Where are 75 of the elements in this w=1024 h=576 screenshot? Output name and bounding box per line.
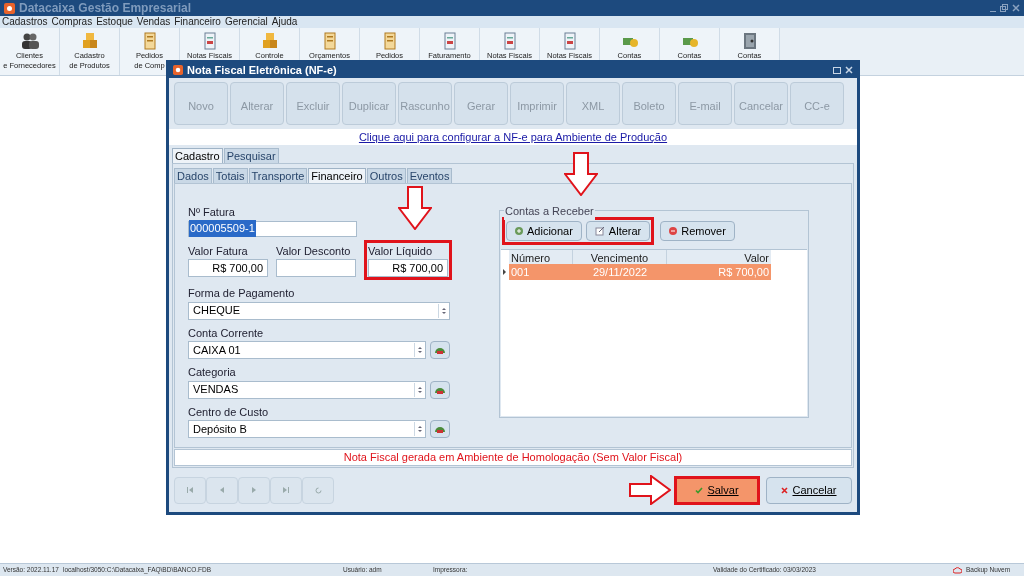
menu-item[interactable]: Estoque xyxy=(96,17,133,27)
field-label: Valor Desconto xyxy=(276,243,352,259)
pencil-icon xyxy=(594,226,605,236)
warning-message: Nota Fiscal gerada em Ambiente de Homologação (Sem Valor Fiscal) xyxy=(343,450,683,466)
menu-item[interactable]: Ajuda xyxy=(271,17,298,27)
cloud-icon xyxy=(953,566,962,574)
invoice-number-field[interactable]: 000005509-1 xyxy=(188,220,357,237)
discount-field[interactable] xyxy=(276,259,356,277)
spinner-icon xyxy=(414,382,424,397)
menu-item[interactable]: Vendas xyxy=(136,17,171,27)
field-label: Conta Corrente xyxy=(188,325,265,341)
menu-item[interactable]: Gerencial xyxy=(224,17,268,27)
check-icon xyxy=(695,486,704,494)
close-icon[interactable] xyxy=(845,66,853,74)
spinner-icon xyxy=(414,343,424,357)
people-icon xyxy=(19,31,40,51)
dropdown[interactable]: CHEQUE xyxy=(188,301,450,320)
add-button[interactable]: Adicionar xyxy=(506,221,582,241)
table-cell-text: 001 xyxy=(510,264,531,280)
tab[interactable]: Pesquisar xyxy=(223,148,279,163)
tab[interactable]: Totais xyxy=(212,168,248,183)
invoice-value-field[interactable]: R$ 700,00 xyxy=(188,259,268,277)
maximize-icon[interactable] xyxy=(833,66,841,74)
spinner-icon xyxy=(414,422,424,436)
table-cell-text: 29/11/2022 xyxy=(591,264,649,280)
spinner-icon xyxy=(438,303,448,318)
field-label: Forma de Pagamento xyxy=(188,286,296,301)
column-header: Valor xyxy=(743,251,770,264)
cancel-button[interactable]: Cancelar xyxy=(766,476,852,504)
dropdown[interactable]: Depósito B xyxy=(188,420,426,438)
close-icon xyxy=(781,486,789,494)
first-icon xyxy=(187,487,193,493)
field-label: Valor Líquido xyxy=(368,243,433,259)
row-indicator-icon xyxy=(503,269,506,275)
field-label: Centro de Custo xyxy=(188,404,270,420)
table-cell-text: R$ 700,00 xyxy=(717,264,770,280)
tab[interactable]: Dados xyxy=(174,168,212,183)
menu-item[interactable]: Compras xyxy=(51,17,93,27)
field-label: Nº Fatura xyxy=(188,205,236,220)
lookup-button[interactable] xyxy=(430,341,450,359)
field-label: Valor Fatura xyxy=(188,243,249,259)
dropdown[interactable]: CAIXA 01 xyxy=(188,341,426,359)
previous-icon xyxy=(219,487,225,493)
edit-button[interactable]: Alterar xyxy=(585,221,651,241)
net-value-field[interactable]: R$ 700,00 xyxy=(368,259,448,277)
save-button[interactable]: Salvar xyxy=(674,475,760,505)
tab[interactable]: Financeiro xyxy=(308,168,366,183)
minus-icon xyxy=(669,227,678,235)
annotation-arrow xyxy=(564,152,598,196)
app-icon xyxy=(173,65,183,75)
window-title: Datacaixa Gestão Empresarial xyxy=(19,0,192,17)
config-link[interactable]: Clique aqui para configurar a NF-e para Ambiente de Produção xyxy=(358,128,668,146)
money-icon xyxy=(434,345,446,355)
restore-icon[interactable] xyxy=(1000,4,1008,12)
annotation-arrow xyxy=(398,186,432,230)
lookup-button[interactable] xyxy=(430,380,450,399)
dropdown[interactable]: VENDAS xyxy=(188,380,426,399)
close-icon[interactable] xyxy=(1012,4,1020,12)
annotation-arrow xyxy=(629,475,671,505)
lookup-button[interactable] xyxy=(430,420,450,438)
plus-icon xyxy=(515,227,523,235)
tab[interactable]: Transporte xyxy=(248,168,308,183)
menu-item[interactable]: Cadastros xyxy=(2,17,48,27)
app-icon xyxy=(4,2,15,14)
refresh-icon xyxy=(314,486,322,494)
field-label: Categoria xyxy=(188,365,237,380)
tab[interactable]: Cadastro xyxy=(172,148,223,163)
tab[interactable]: Eventos xyxy=(406,168,453,183)
minimize-icon[interactable] xyxy=(990,10,996,12)
tab[interactable]: Outros xyxy=(366,168,406,183)
menu-item[interactable]: Financeiro xyxy=(174,17,221,27)
last-icon xyxy=(283,487,289,493)
money-icon xyxy=(434,424,446,434)
next-icon xyxy=(251,487,257,493)
remove-button[interactable]: Remover xyxy=(660,221,735,241)
